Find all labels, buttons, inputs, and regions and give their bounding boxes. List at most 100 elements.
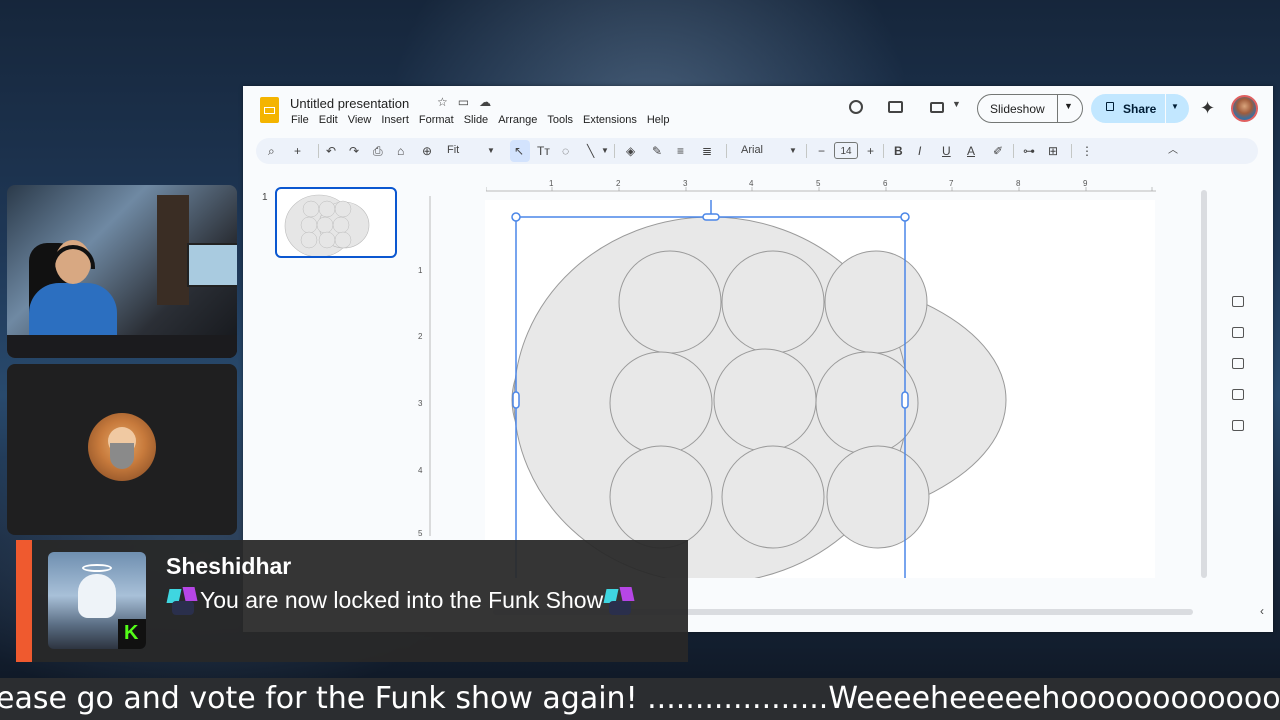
- menu-edit[interactable]: Edit: [319, 114, 338, 126]
- border-dash-icon[interactable]: ≣: [702, 143, 712, 159]
- new-slide-icon[interactable]: +: [294, 143, 301, 159]
- menu-arrange[interactable]: Arrange: [498, 114, 537, 126]
- slideshow-dropdown-icon[interactable]: ▼: [1064, 101, 1073, 111]
- chat-alert: K Sheshidhar You are now locked into the…: [16, 540, 688, 662]
- border-weight-icon[interactable]: ≡: [677, 143, 684, 159]
- text-color-button[interactable]: A: [967, 143, 975, 159]
- drive-folder-icon[interactable]: [1232, 389, 1244, 400]
- fill-color-icon[interactable]: ◈: [626, 143, 635, 159]
- undo-icon[interactable]: ↶: [326, 143, 336, 159]
- move-folder-icon[interactable]: ▭: [458, 95, 469, 109]
- font-dropdown-icon[interactable]: ▼: [789, 143, 797, 159]
- slides-logo-icon[interactable]: [260, 97, 279, 123]
- divider: [726, 144, 727, 158]
- alert-message: You are now locked into the Funk Show: [200, 587, 604, 614]
- redo-icon[interactable]: ↷: [349, 143, 359, 159]
- small-circle[interactable]: [826, 445, 930, 549]
- slide-thumbnail[interactable]: [275, 187, 397, 258]
- resize-handle[interactable]: [702, 213, 720, 221]
- keep-icon[interactable]: [1232, 327, 1244, 338]
- print-icon[interactable]: ⎙: [373, 143, 383, 159]
- menu-slide[interactable]: Slide: [464, 114, 488, 126]
- meet-dropdown-icon[interactable]: ▼: [952, 99, 961, 109]
- menu-help[interactable]: Help: [647, 114, 670, 126]
- ruler-label: 4: [749, 179, 754, 188]
- vertical-ruler: 1 2 3 4 5: [418, 196, 431, 536]
- slide-canvas[interactable]: [485, 200, 1155, 578]
- decrease-font-size-icon[interactable]: −: [818, 143, 825, 159]
- share-button[interactable]: Share ▼: [1091, 94, 1189, 123]
- lock-icon: [1106, 102, 1114, 111]
- small-circle[interactable]: [721, 445, 825, 549]
- menu-view[interactable]: View: [348, 114, 372, 126]
- version-history-icon[interactable]: [849, 100, 863, 114]
- slide-number: 1: [262, 192, 268, 203]
- comments-icon[interactable]: [888, 101, 903, 113]
- document-title[interactable]: Untitled presentation: [290, 96, 409, 111]
- increase-font-size-icon[interactable]: +: [867, 143, 874, 159]
- highlight-color-icon[interactable]: ✐: [993, 143, 1003, 159]
- small-circle[interactable]: [609, 351, 713, 455]
- tasks-icon[interactable]: [1232, 358, 1244, 369]
- resize-handle[interactable]: [900, 212, 910, 222]
- menu-insert[interactable]: Insert: [381, 114, 409, 126]
- menu-tools[interactable]: Tools: [547, 114, 573, 126]
- halo: [82, 564, 112, 572]
- small-circle[interactable]: [824, 250, 928, 354]
- slideshow-button[interactable]: Slideshow ▼: [977, 94, 1083, 123]
- bold-button[interactable]: B: [894, 143, 903, 159]
- add-comment-icon[interactable]: ⊞: [1048, 143, 1058, 159]
- font-select[interactable]: Arial: [741, 144, 763, 156]
- font-size-input[interactable]: 14: [834, 142, 858, 159]
- text-box-icon[interactable]: Tт: [537, 143, 550, 159]
- vertical-scrollbar[interactable]: [1201, 190, 1207, 578]
- ruler-label: 3: [418, 399, 423, 408]
- share-dropdown-icon[interactable]: ▼: [1171, 102, 1179, 111]
- funk-emote-icon: [603, 587, 637, 617]
- slideshow-label: Slideshow: [990, 102, 1045, 116]
- zoom-dropdown-icon[interactable]: ▼: [487, 143, 495, 159]
- small-circle[interactable]: [713, 348, 817, 452]
- star-icon[interactable]: ☆: [437, 95, 448, 109]
- underline-button[interactable]: U: [942, 143, 951, 159]
- shape-icon[interactable]: ◌: [562, 143, 569, 159]
- paint-format-icon[interactable]: ⌂: [397, 143, 404, 159]
- resize-handle[interactable]: [901, 391, 909, 409]
- gemini-sparkle-icon[interactable]: ✦: [1200, 98, 1215, 119]
- monitor: [187, 243, 237, 287]
- thumbnail-preview: [284, 194, 370, 256]
- resize-handle[interactable]: [512, 391, 520, 409]
- select-cursor-icon: ↖: [514, 144, 525, 158]
- ruler-label: 4: [418, 466, 423, 475]
- more-options-icon[interactable]: ⋮: [1081, 143, 1093, 159]
- cartoon-avatar: [88, 413, 156, 481]
- meet-icon[interactable]: [930, 102, 944, 113]
- menu-file[interactable]: File: [291, 114, 309, 126]
- cloud-status-icon[interactable]: ☁: [479, 95, 491, 109]
- collapse-toolbar-icon[interactable]: ︿: [1168, 143, 1178, 159]
- line-dropdown-icon[interactable]: ▼: [601, 143, 609, 159]
- alert-accent-bar: [16, 540, 32, 662]
- search-menus-icon[interactable]: ⌕: [268, 143, 275, 159]
- shelf: [157, 195, 189, 305]
- line-icon[interactable]: ╲: [587, 143, 594, 159]
- share-label: Share: [1123, 102, 1157, 116]
- border-color-icon[interactable]: ✎: [652, 143, 662, 159]
- insert-link-icon[interactable]: ⊶: [1023, 143, 1035, 159]
- zoom-select[interactable]: Fit: [447, 144, 459, 156]
- menu-extensions[interactable]: Extensions: [583, 114, 637, 126]
- divider: [1057, 95, 1058, 122]
- zoom-icon[interactable]: ⊕: [422, 143, 432, 159]
- small-circle[interactable]: [609, 445, 713, 549]
- horizontal-ruler: 1 2 3 4 5 6 7 8 9: [486, 179, 1156, 192]
- account-avatar[interactable]: [1231, 95, 1258, 122]
- menu-format[interactable]: Format: [419, 114, 454, 126]
- speaker-notes-icon[interactable]: [1232, 296, 1244, 307]
- small-circle[interactable]: [721, 250, 825, 354]
- slideshow-panel-icon[interactable]: [1232, 420, 1244, 431]
- resize-handle[interactable]: [511, 212, 521, 222]
- ruler-label: 9: [1083, 179, 1088, 188]
- collapse-panel-icon[interactable]: ‹: [1260, 604, 1264, 618]
- small-circle[interactable]: [618, 250, 722, 354]
- italic-button[interactable]: I: [918, 143, 921, 159]
